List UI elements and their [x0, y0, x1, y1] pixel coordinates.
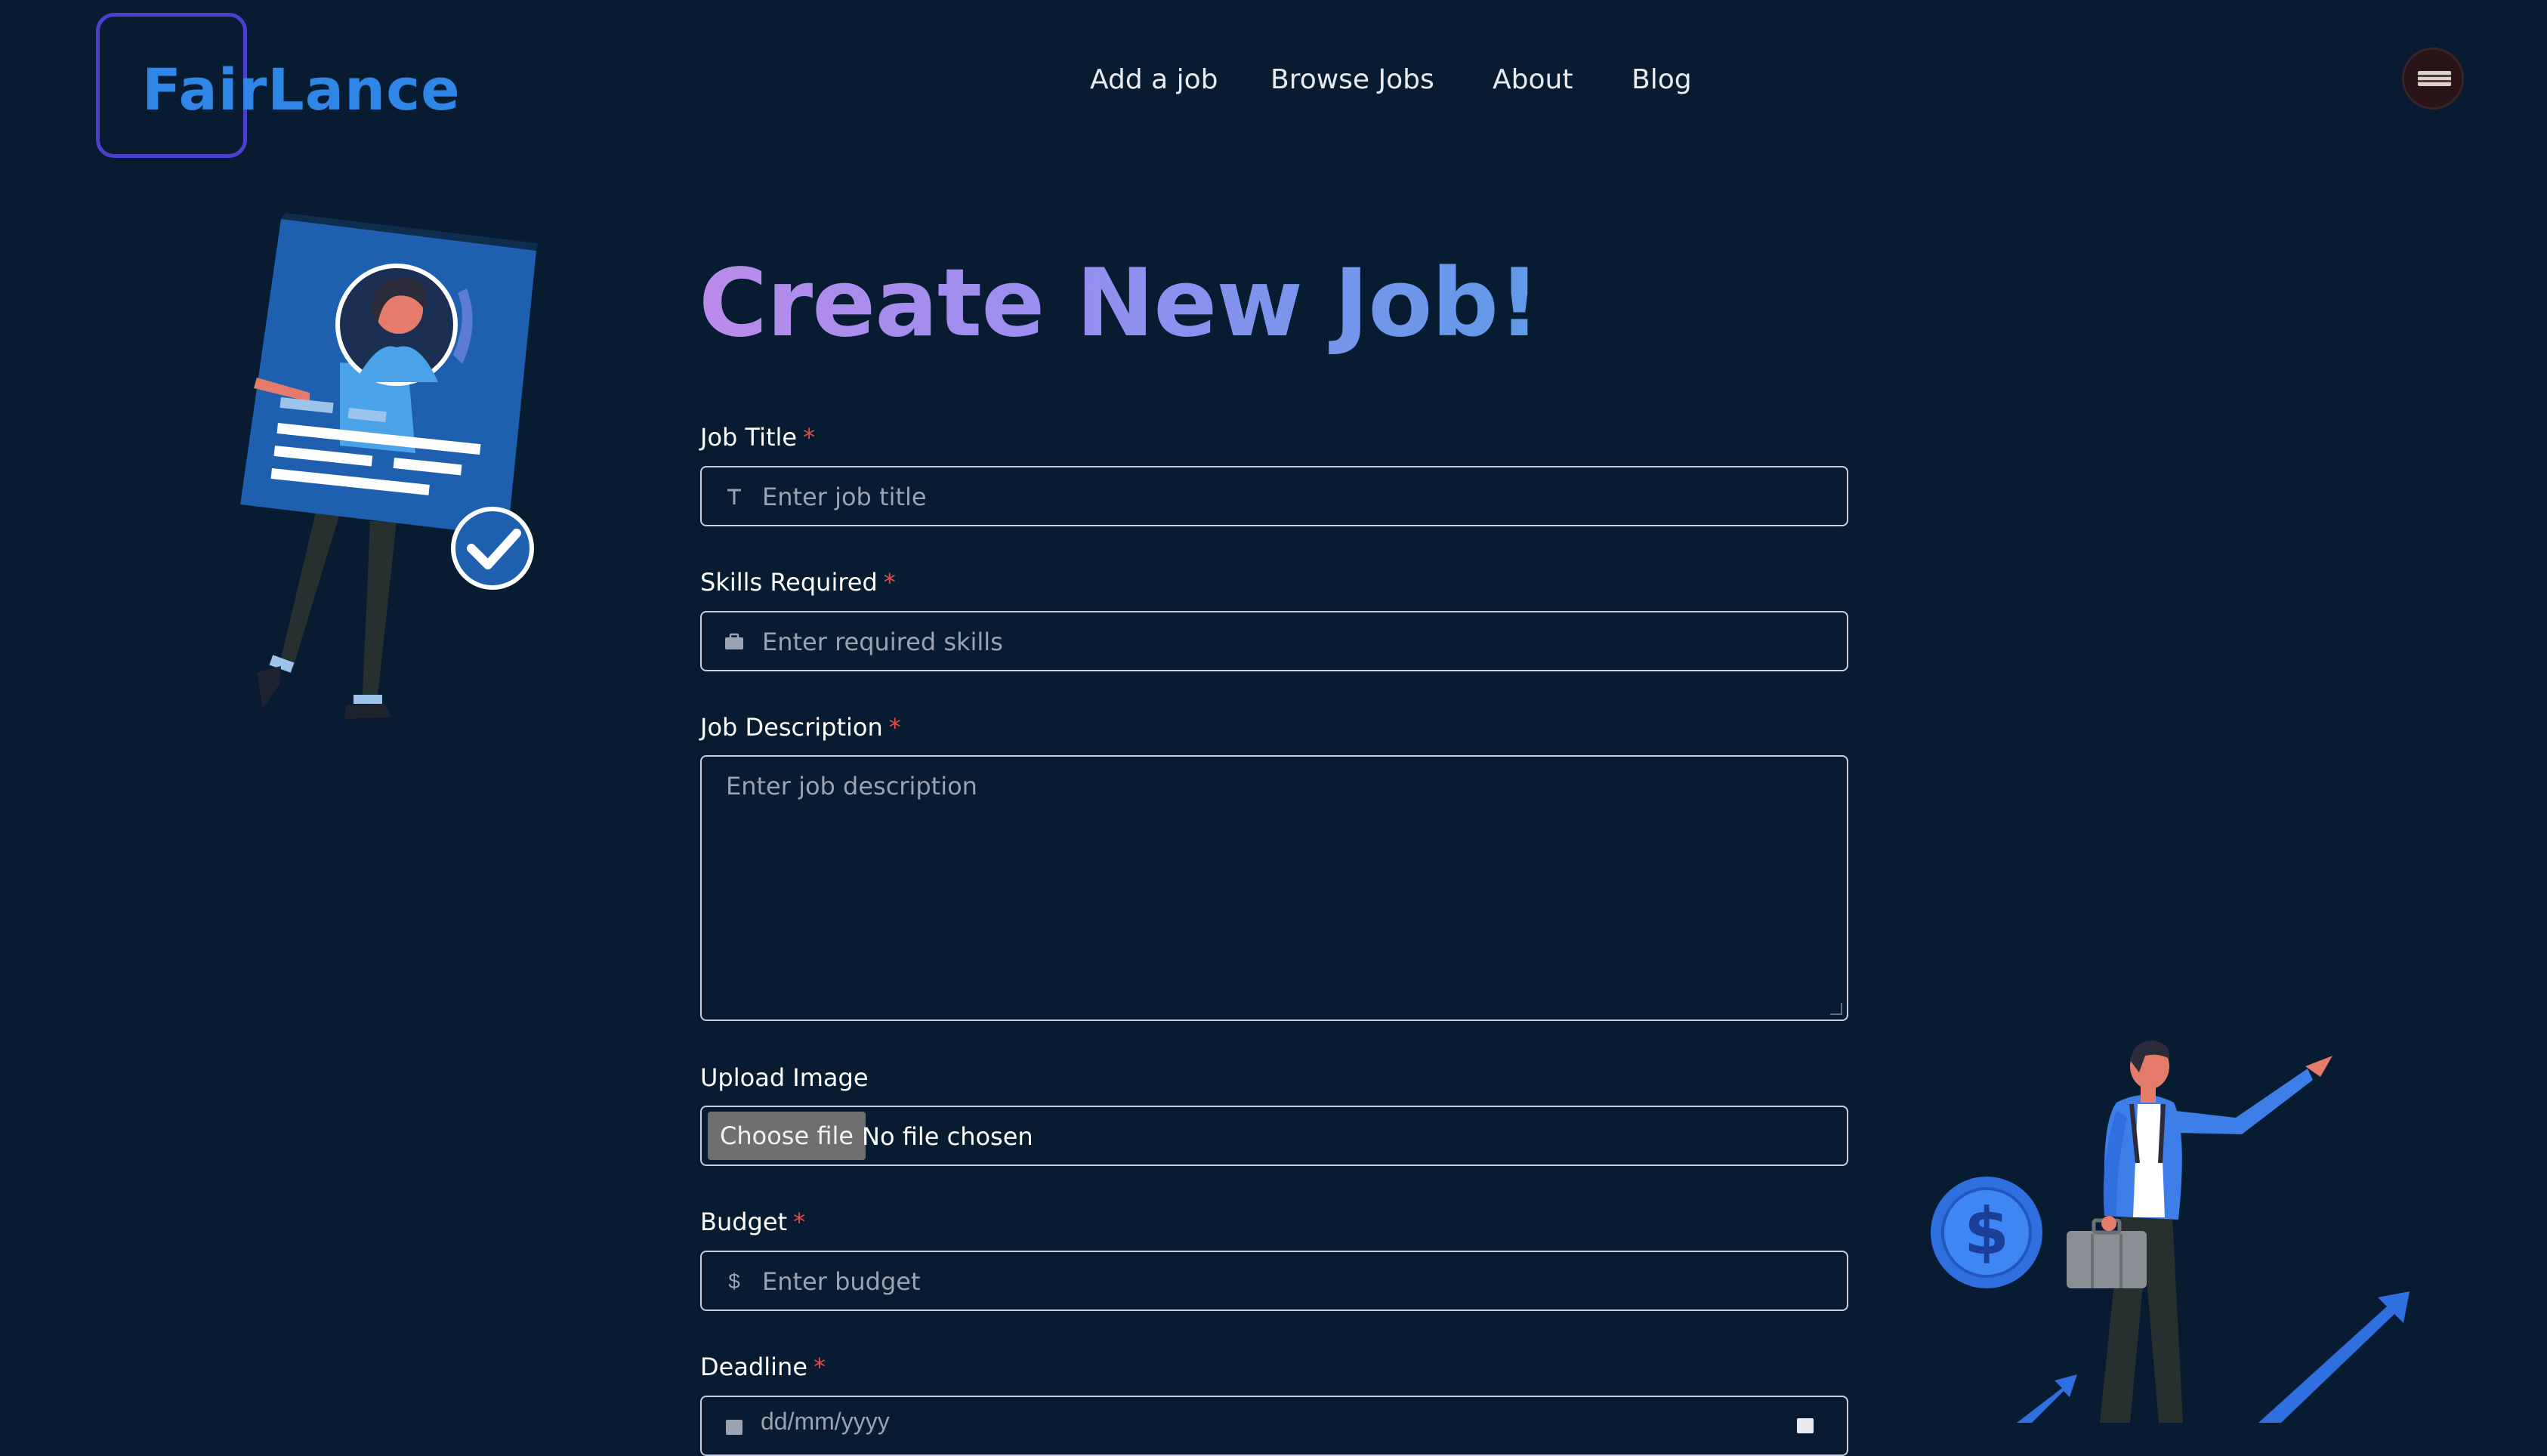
skills-label-text: Skills Required: [700, 568, 878, 597]
avatar-detail: [2418, 75, 2451, 77]
deadline-label-text: Deadline: [700, 1353, 807, 1381]
page-title: Create New Job!: [699, 249, 1541, 358]
brand-logo[interactable]: FairLance: [142, 56, 461, 123]
description-field: [700, 755, 1848, 1021]
nav-blog[interactable]: Blog: [1632, 64, 1692, 95]
file-status: No file chosen: [862, 1122, 1033, 1151]
nav-add-job[interactable]: Add a job: [1090, 64, 1218, 95]
briefcase-icon: [721, 629, 747, 655]
description-label: Job Description *: [700, 713, 901, 742]
job-title-input[interactable]: [761, 467, 1821, 526]
skills-field: [700, 611, 1848, 671]
job-title-field: [700, 466, 1848, 526]
calendar-picker-icon[interactable]: [1794, 1414, 1817, 1440]
required-asterisk: *: [888, 713, 901, 742]
job-title-label-text: Job Title: [700, 423, 798, 452]
calendar-icon: [721, 1414, 747, 1439]
skills-input[interactable]: [761, 612, 1821, 671]
dollar-icon: $: [728, 1269, 740, 1293]
job-title-label: Job Title *: [700, 423, 815, 452]
text-icon: [721, 484, 747, 510]
deadline-input[interactable]: dd/mm/yyyy: [761, 1408, 890, 1436]
nav-browse-jobs[interactable]: Browse Jobs: [1270, 64, 1434, 95]
svg-text:$: $: [1964, 1194, 2009, 1269]
deadline-label: Deadline *: [700, 1353, 826, 1381]
resize-handle[interactable]: [1830, 1003, 1842, 1015]
user-avatar[interactable]: [2402, 48, 2464, 110]
deadline-field: dd/mm/yyyy: [700, 1396, 1848, 1456]
resume-illustration: [240, 213, 538, 719]
description-textarea[interactable]: [702, 757, 1847, 1020]
required-asterisk: *: [803, 423, 816, 452]
budget-label-text: Budget: [700, 1208, 788, 1236]
upload-image-label: Upload Image: [700, 1063, 869, 1092]
skills-label: Skills Required *: [700, 568, 896, 597]
avatar-detail: [2418, 80, 2451, 82]
avatar-image: [2418, 71, 2451, 86]
required-asterisk: *: [793, 1208, 806, 1236]
budget-field: $: [700, 1251, 1848, 1311]
description-label-text: Job Description: [700, 713, 883, 742]
businessman-illustration: $: [1931, 1040, 2410, 1423]
required-asterisk: *: [813, 1353, 826, 1381]
budget-input[interactable]: [761, 1252, 1821, 1311]
choose-file-button[interactable]: Choose file: [708, 1112, 866, 1160]
budget-label: Budget *: [700, 1208, 805, 1236]
upload-image-field: Choose file No file chosen: [700, 1106, 1848, 1166]
required-asterisk: *: [883, 568, 896, 597]
nav-about[interactable]: About: [1493, 64, 1573, 95]
